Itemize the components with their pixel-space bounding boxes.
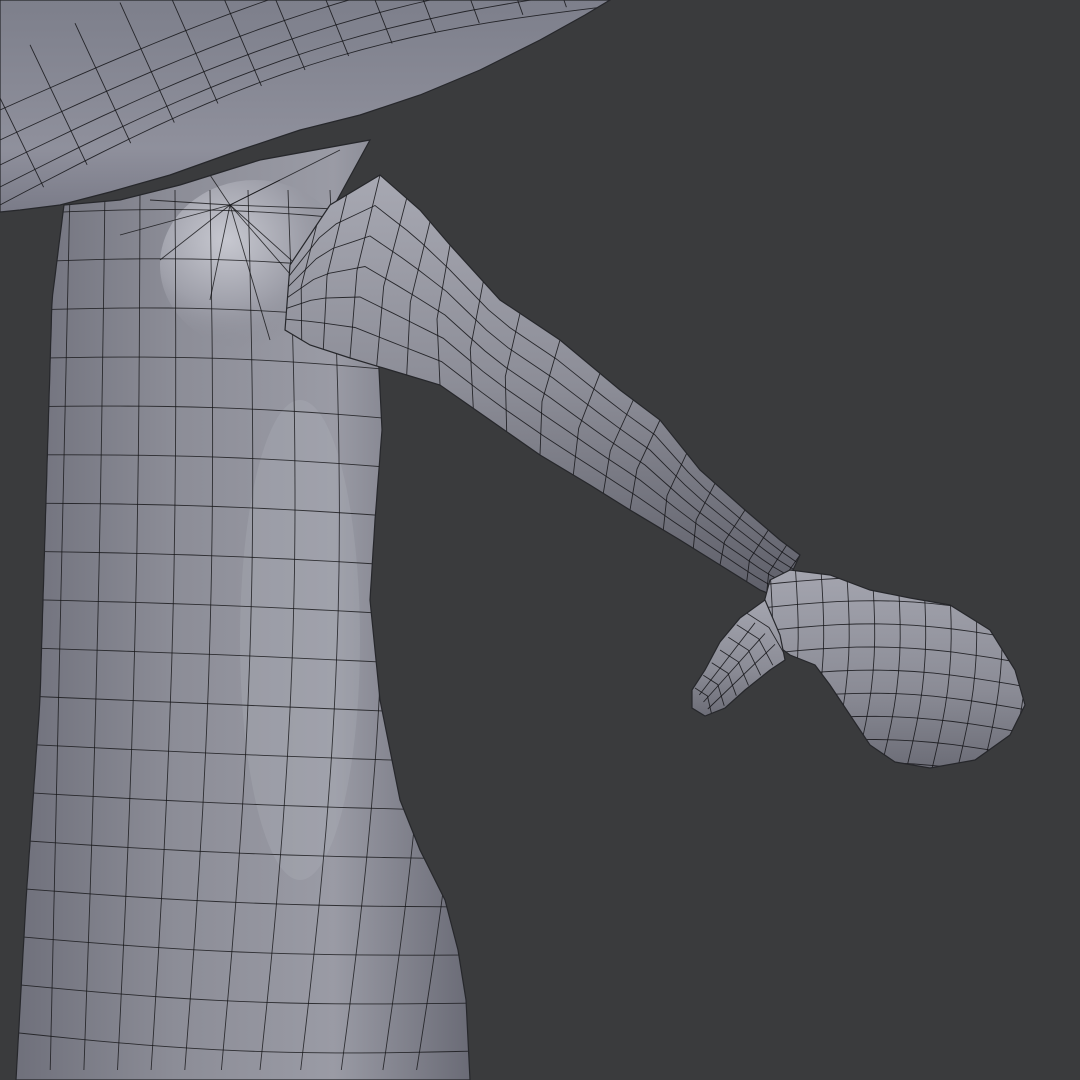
viewport-canvas[interactable] <box>0 0 1080 1080</box>
stem-side-shine <box>240 400 360 880</box>
hand-surface <box>762 570 1025 768</box>
thumb-mesh[interactable] <box>691 599 786 717</box>
3d-viewport[interactable] <box>0 0 1080 1080</box>
hand-ring-edge <box>762 762 1025 768</box>
hand-mesh[interactable] <box>752 569 1030 780</box>
